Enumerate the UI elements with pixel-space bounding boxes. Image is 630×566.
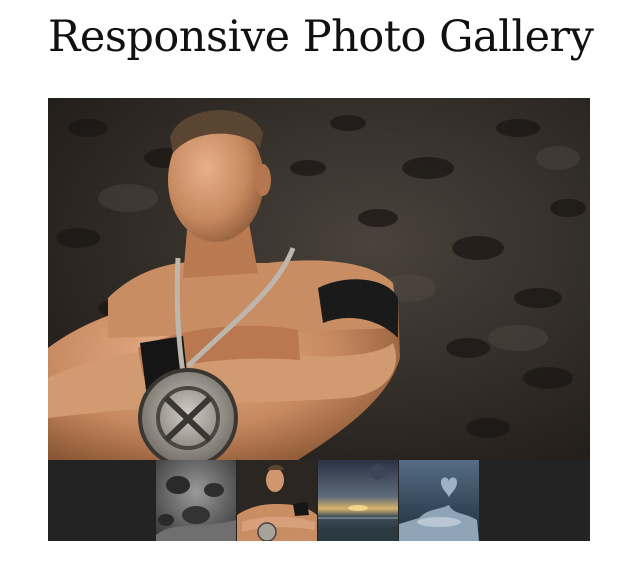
main-photo[interactable]	[48, 98, 590, 460]
thumbnail-3[interactable]	[318, 460, 398, 541]
photo-gallery	[48, 98, 590, 541]
thumbnail-4[interactable]	[399, 460, 479, 541]
thumbnail-strip	[48, 460, 590, 541]
thumbnail-2[interactable]	[237, 460, 317, 541]
page-title: Responsive Photo Gallery	[48, 12, 594, 62]
thumbnail-1[interactable]	[156, 460, 236, 541]
